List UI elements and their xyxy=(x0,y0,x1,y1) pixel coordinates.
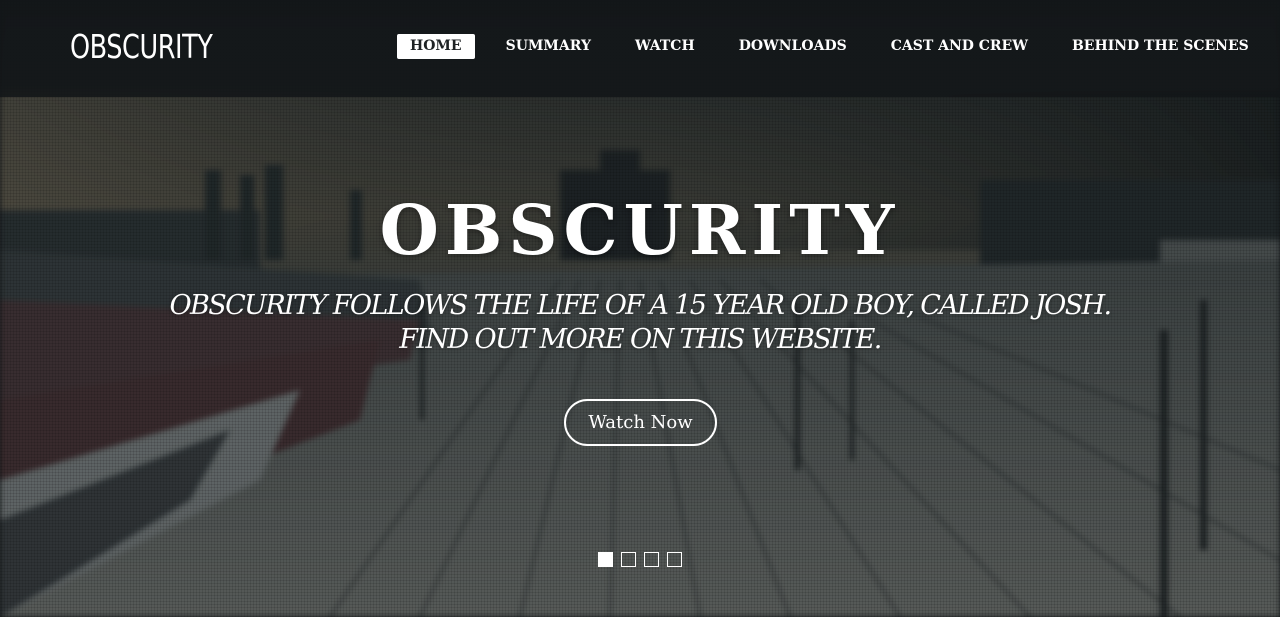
page: OBSCURITY HOME SUMMARY WATCH DOWNLOADS C… xyxy=(0,0,1280,617)
hero-subtitle-line-1: OBSCURITY FOLLOWS THE LIFE OF A 15 YEAR … xyxy=(169,290,1112,321)
slider-dot-3[interactable] xyxy=(644,552,659,567)
nav-item-behind-the-scenes[interactable]: BEHIND THE SCENES xyxy=(1059,34,1262,59)
nav-item-downloads[interactable]: DOWNLOADS xyxy=(726,34,860,59)
nav-item-summary[interactable]: SUMMARY xyxy=(493,34,604,59)
nav-item-watch[interactable]: WATCH xyxy=(622,34,708,59)
slider-dot-4[interactable] xyxy=(667,552,682,567)
site-logo[interactable]: OBSCURITY xyxy=(70,26,213,68)
slider-dot-1[interactable] xyxy=(598,552,613,567)
watch-now-button[interactable]: Watch Now xyxy=(564,399,717,446)
slider-pagination xyxy=(598,552,682,567)
hero-title: OBSCURITY xyxy=(379,191,901,271)
slider-dot-2[interactable] xyxy=(621,552,636,567)
hero-subtitle: OBSCURITY FOLLOWS THE LIFE OF A 15 YEAR … xyxy=(140,289,1140,357)
hero-subtitle-line-2: FIND OUT MORE ON THIS WEBSITE. xyxy=(399,324,882,355)
nav-item-home[interactable]: HOME xyxy=(397,34,475,59)
main-nav: HOME SUMMARY WATCH DOWNLOADS CAST AND CR… xyxy=(397,34,1262,59)
nav-item-cast-and-crew[interactable]: CAST AND CREW xyxy=(878,34,1041,59)
site-header: OBSCURITY HOME SUMMARY WATCH DOWNLOADS C… xyxy=(0,0,1280,97)
